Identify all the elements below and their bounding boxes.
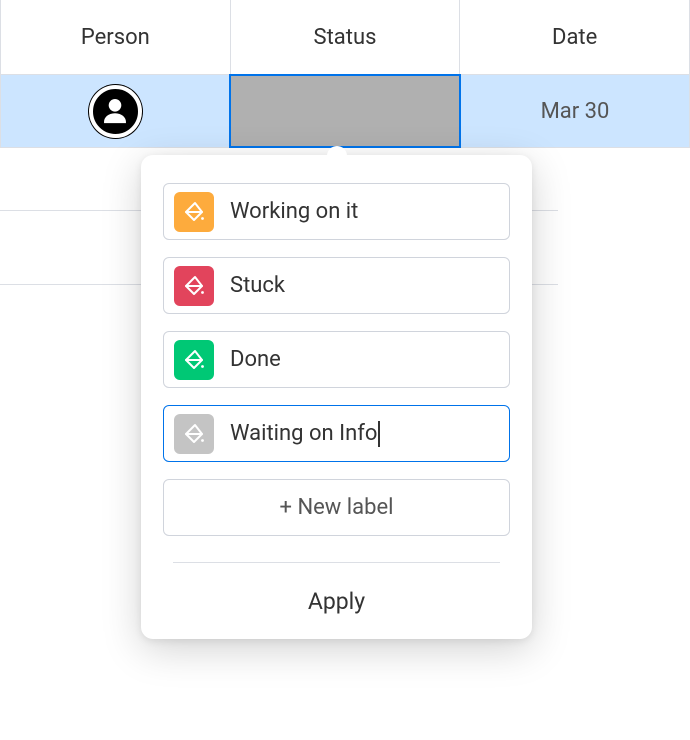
avatar[interactable] xyxy=(89,85,142,138)
table-row[interactable]: Mar 30 xyxy=(0,75,690,148)
status-option-label: Working on it xyxy=(230,199,499,224)
column-header-date[interactable]: Date xyxy=(460,0,689,74)
status-option-stuck[interactable]: Stuck xyxy=(163,257,510,314)
column-header-person[interactable]: Person xyxy=(1,0,231,74)
paint-bucket-icon[interactable] xyxy=(174,414,214,454)
status-option-label: Done xyxy=(230,347,499,372)
person-icon xyxy=(97,93,133,129)
column-header-status[interactable]: Status xyxy=(231,0,461,74)
table-header: Person Status Date xyxy=(0,0,690,75)
paint-bucket-icon[interactable] xyxy=(174,192,214,232)
status-option-working-on-it[interactable]: Working on it xyxy=(163,183,510,240)
text-cursor xyxy=(378,421,380,447)
status-option-input[interactable]: Waiting on Info xyxy=(230,421,377,446)
cell-status[interactable] xyxy=(229,74,461,148)
cell-person[interactable] xyxy=(1,75,229,147)
cell-date[interactable]: Mar 30 xyxy=(461,75,689,147)
status-option-done[interactable]: Done xyxy=(163,331,510,388)
new-label-button[interactable]: + New label xyxy=(163,479,510,536)
status-label-popover: Working on it Stuck Done xyxy=(141,155,532,639)
paint-bucket-icon[interactable] xyxy=(174,340,214,380)
status-option-editing[interactable]: Waiting on Info xyxy=(163,405,510,462)
apply-button[interactable]: Apply xyxy=(163,563,510,639)
status-option-label: Stuck xyxy=(230,273,499,298)
paint-bucket-icon[interactable] xyxy=(174,266,214,306)
